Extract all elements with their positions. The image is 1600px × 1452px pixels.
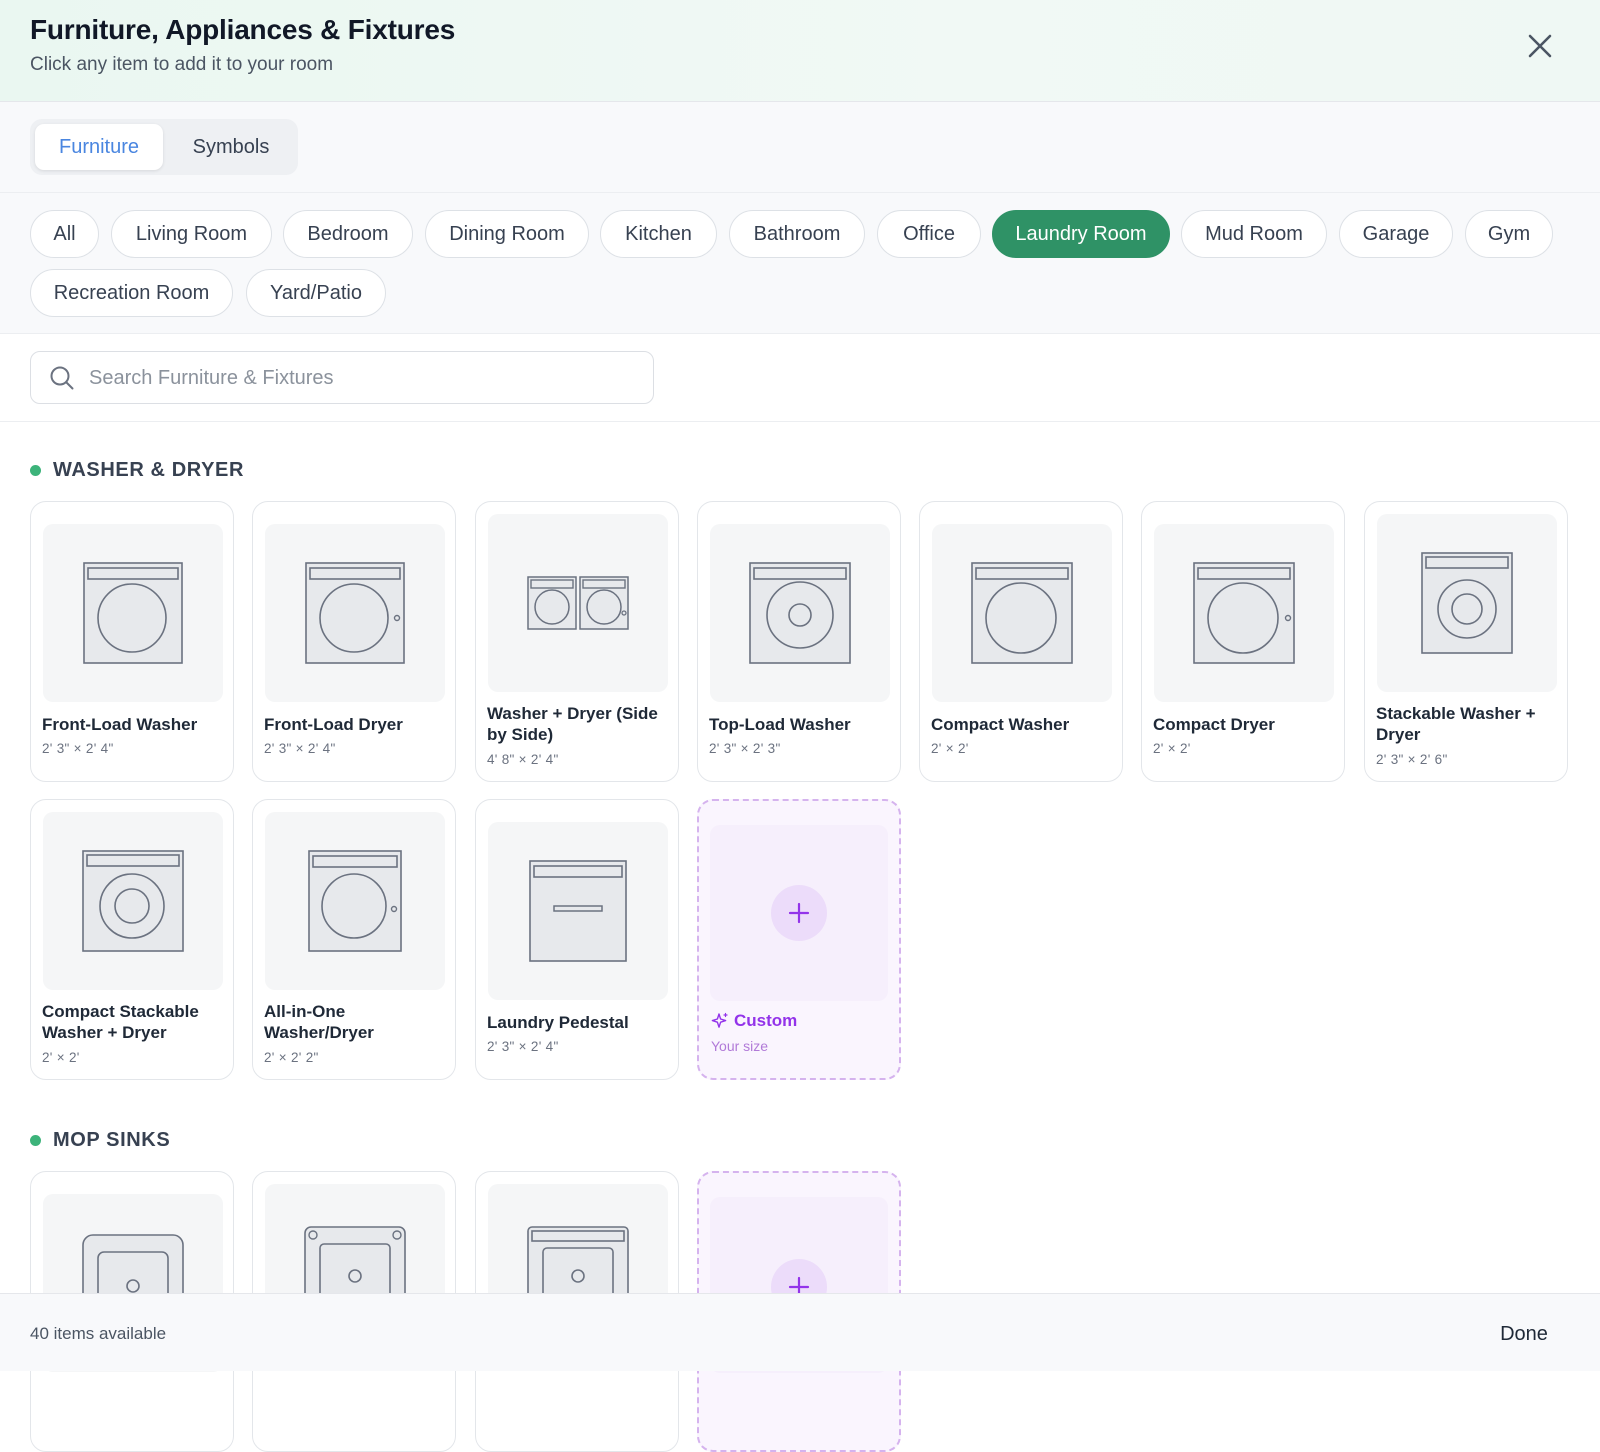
search-icon [50, 366, 74, 390]
dialog-title: Furniture, Appliances & Fixtures [30, 14, 456, 45]
search-input[interactable] [87, 360, 637, 396]
tab-symbols[interactable]: Symbols [168, 124, 294, 170]
category-chip-laundry-room[interactable]: Laundry Room [992, 210, 1170, 258]
plus-icon [771, 885, 827, 941]
section-title: MOP SINKS [53, 1129, 171, 1151]
category-chip-recreation-room[interactable]: Recreation Room [30, 269, 233, 317]
category-chip-kitchen[interactable]: Kitchen [600, 210, 717, 258]
search-box [30, 351, 654, 404]
item-card-compact-stackable-washer-dryer[interactable]: Compact Stackable Washer + Dryer 2' × 2' [30, 799, 234, 1080]
item-size: 2' 3" × 2' 3" [709, 741, 781, 756]
done-button[interactable]: Done [1480, 1316, 1568, 1352]
tab-furniture[interactable]: Furniture [35, 124, 163, 170]
item-size: 2' 3" × 2' 4" [487, 1039, 559, 1054]
section-header-washer-dryer: WASHER & DRYER [30, 459, 244, 482]
item-name: Front-Load Dryer [264, 715, 403, 734]
category-chip-garage[interactable]: Garage [1339, 210, 1453, 258]
item-card-laundry-pedestal[interactable]: Laundry Pedestal 2' 3" × 2' 4" [475, 799, 679, 1080]
category-chip-living-room[interactable]: Living Room [111, 210, 272, 258]
laundry-pedestal-icon [488, 822, 668, 1000]
custom-subtext: Your size [711, 1038, 769, 1054]
close-button[interactable] [1522, 28, 1558, 64]
item-card-front-load-washer[interactable]: Front-Load Washer 2' 3" × 2' 4" [30, 501, 234, 782]
custom-thumb [710, 825, 888, 1001]
item-card-front-load-dryer[interactable]: Front-Load Dryer 2' 3" × 2' 4" [252, 501, 456, 782]
close-icon [1528, 34, 1552, 58]
custom-label-text: Custom [734, 1011, 798, 1030]
category-chip-bedroom[interactable]: Bedroom [283, 210, 413, 258]
item-name: Washer + Dryer (Side by Side) [487, 704, 658, 744]
section-dot [30, 1135, 41, 1146]
category-chip-yard-patio[interactable]: Yard/Patio [246, 269, 386, 317]
item-size: 2' 3" × 2' 6" [1376, 752, 1448, 767]
items-count: 40 items available [30, 1324, 167, 1343]
custom-label: Custom [711, 1011, 797, 1031]
item-card-all-in-one-washer-dryer[interactable]: All-in-One Washer/Dryer 2' × 2' 2" [252, 799, 456, 1080]
item-name: Top-Load Washer [709, 715, 851, 734]
item-card-washer-dryer-side-by-side[interactable]: Washer + Dryer (Side by Side) 4' 8" × 2'… [475, 501, 679, 782]
all-in-one-washer-dryer-icon [265, 812, 445, 990]
tab-group: Furniture Symbols [30, 119, 298, 175]
category-chip-gym[interactable]: Gym [1465, 210, 1553, 258]
item-card-stackable-washer-dryer[interactable]: Stackable Washer + Dryer 2' 3" × 2' 6" [1364, 501, 1568, 782]
category-chip-mud-room[interactable]: Mud Room [1181, 210, 1327, 258]
item-size: 2' × 2' [42, 1050, 80, 1065]
section-header-mop-sinks: MOP SINKS [30, 1129, 170, 1152]
category-chip-dining-room[interactable]: Dining Room [425, 210, 589, 258]
item-card-compact-dryer[interactable]: Compact Dryer 2' × 2' [1141, 501, 1345, 782]
item-size: 2' × 2' [1153, 741, 1191, 756]
section-dot [30, 465, 41, 476]
dialog-footer: 40 items available Done [0, 1293, 1600, 1371]
item-card-top-load-washer[interactable]: Top-Load Washer 2' 3" × 2' 3" [697, 501, 901, 782]
front-load-dryer-icon [265, 524, 445, 702]
dialog-subtitle: Click any item to add it to your room [30, 54, 334, 75]
stackable-washer-dryer-icon [1377, 514, 1557, 692]
custom-item-card[interactable]: Custom Your size [697, 799, 901, 1080]
section-title: WASHER & DRYER [53, 459, 245, 481]
item-name: Compact Stackable Washer + Dryer [42, 1002, 199, 1042]
sparkle-icon [711, 1012, 728, 1028]
compact-dryer-icon [1154, 524, 1334, 702]
category-chip-bathroom[interactable]: Bathroom [729, 210, 865, 258]
top-load-washer-icon [710, 524, 890, 702]
item-size: 2' 3" × 2' 4" [264, 741, 336, 756]
item-name: Front-Load Washer [42, 715, 198, 734]
item-size: 4' 8" × 2' 4" [487, 752, 559, 767]
tabs-bar: Furniture Symbols [0, 102, 1600, 193]
compact-stackable-washer-dryer-icon [43, 812, 223, 990]
item-name: Stackable Washer + Dryer [1376, 704, 1536, 744]
item-size: 2' × 2' 2" [264, 1050, 319, 1065]
item-card-compact-washer[interactable]: Compact Washer 2' × 2' [919, 501, 1123, 782]
item-size: 2' 3" × 2' 4" [42, 741, 114, 756]
item-size: 2' × 2' [931, 741, 969, 756]
search-area [0, 334, 1600, 422]
item-name: Compact Washer [931, 715, 1070, 734]
washer-dryer-side-by-side-icon [488, 514, 668, 692]
front-load-washer-icon [43, 524, 223, 702]
item-name: Laundry Pedestal [487, 1013, 629, 1032]
category-filter: All Living Room Bedroom Dining Room Kitc… [0, 193, 1600, 334]
dialog-header: Furniture, Appliances & Fixtures Click a… [0, 0, 1600, 102]
compact-washer-icon [932, 524, 1112, 702]
category-chip-all[interactable]: All [30, 210, 99, 258]
item-name: All-in-One Washer/Dryer [264, 1002, 374, 1042]
category-chip-office[interactable]: Office [877, 210, 981, 258]
item-name: Compact Dryer [1153, 715, 1275, 734]
